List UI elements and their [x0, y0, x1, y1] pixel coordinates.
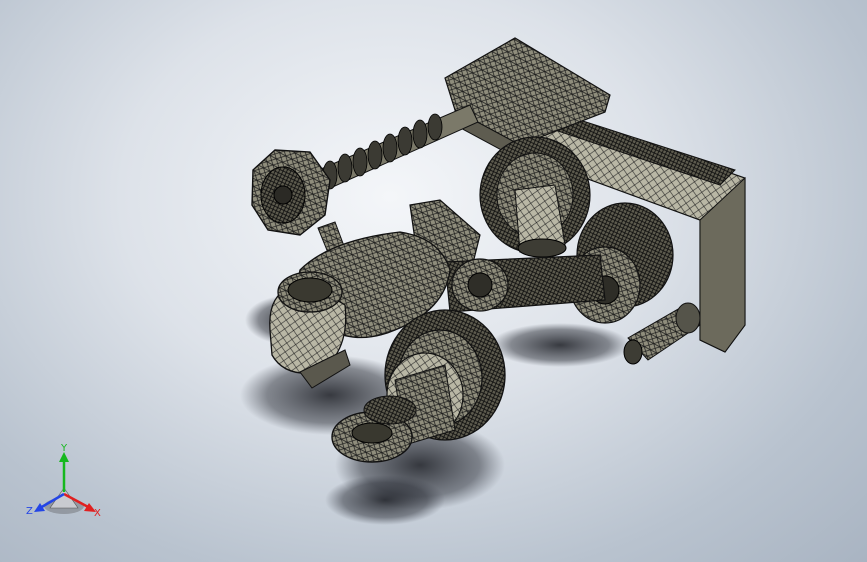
model-viewport[interactable]: Y Z X [0, 0, 867, 562]
rear-bevel-gear[interactable] [479, 136, 591, 258]
y-axis-label: Y [60, 443, 68, 454]
axis-triad: Y Z X [26, 443, 101, 519]
z-axis-label: Z [26, 506, 33, 517]
hex-knob[interactable] [251, 149, 331, 236]
x-axis-label: X [94, 508, 101, 519]
right-cylinder[interactable] [623, 302, 701, 365]
